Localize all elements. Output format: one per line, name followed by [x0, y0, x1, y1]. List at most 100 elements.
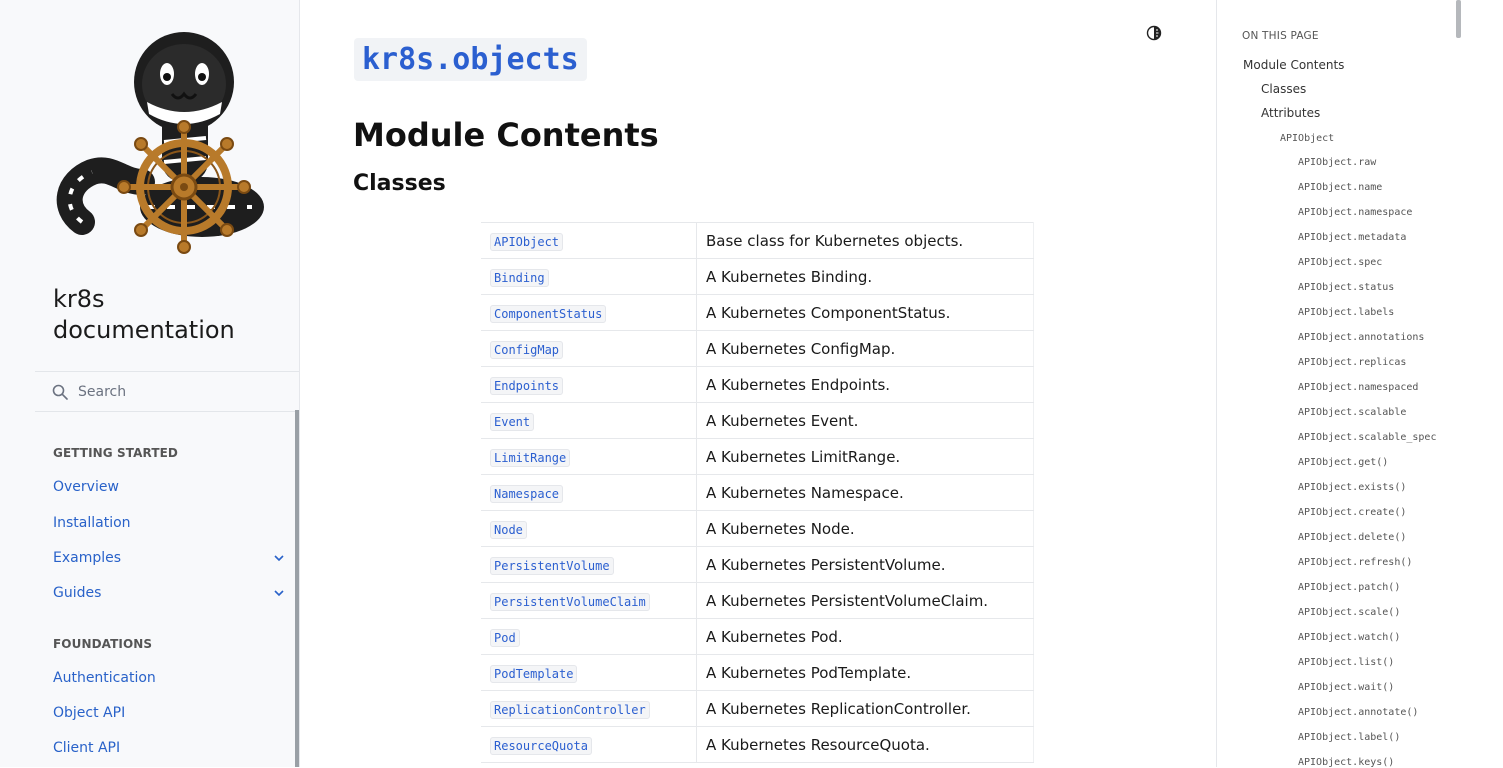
toc-link-member[interactable]: APIObject.wait(): [1298, 682, 1394, 693]
kr8s-logo[interactable]: [52, 22, 272, 262]
class-name-cell: ConfigMap: [481, 330, 697, 367]
site-brand[interactable]: kr8s documentation: [53, 284, 283, 346]
nav-item-installation[interactable]: Installation: [53, 512, 285, 534]
toc-link-member[interactable]: APIObject.annotate(): [1298, 707, 1418, 718]
class-description: A Kubernetes ResourceQuota.: [696, 726, 1034, 763]
heading-classes: Classes: [353, 171, 446, 196]
toc-link-member[interactable]: APIObject.get(): [1298, 457, 1388, 468]
toc-link-member[interactable]: APIObject.label(): [1298, 732, 1400, 743]
chevron-down-icon[interactable]: [273, 587, 285, 599]
toc-link-member[interactable]: APIObject.list(): [1298, 657, 1394, 668]
search-box[interactable]: [35, 371, 299, 412]
nav-item-label: Authentication: [53, 670, 156, 686]
toc-link-member[interactable]: APIObject.keys(): [1298, 757, 1394, 768]
toc-link-member[interactable]: APIObject.create(): [1298, 507, 1406, 518]
class-link[interactable]: APIObject: [490, 232, 564, 251]
class-link[interactable]: ConfigMap: [490, 340, 564, 359]
class-description: A Kubernetes PodTemplate.: [696, 654, 1034, 691]
toc-link-classes[interactable]: Classes: [1261, 82, 1306, 96]
class-name-cell: Endpoints: [481, 366, 697, 403]
nav-item-label: Overview: [53, 479, 119, 495]
toc-link-member[interactable]: APIObject.scalable: [1298, 407, 1406, 418]
theme-toggle-icon[interactable]: [1146, 25, 1162, 41]
table-row: ConfigMap A Kubernetes ConfigMap.: [481, 330, 1034, 367]
toc-link-member[interactable]: APIObject.namespace: [1298, 207, 1412, 218]
class-link[interactable]: PersistentVolumeClaim: [490, 592, 650, 611]
nav-item-examples[interactable]: Examples: [53, 547, 285, 569]
toc-link-member[interactable]: APIObject.scale(): [1298, 607, 1400, 618]
toc-link-member[interactable]: APIObject.exists(): [1298, 482, 1406, 493]
class-link[interactable]: PodTemplate: [490, 664, 578, 683]
table-row: ResourceQuota A Kubernetes ResourceQuota.: [481, 726, 1034, 763]
toc-title: ON THIS PAGE: [1242, 30, 1319, 42]
class-link[interactable]: Node: [490, 520, 527, 539]
page-scrollbar[interactable]: [1456, 0, 1461, 38]
nav-item-overview[interactable]: Overview: [53, 476, 285, 498]
toc-link-member[interactable]: APIObject.scalable_spec: [1298, 432, 1436, 443]
toc-link-member[interactable]: APIObject.watch(): [1298, 632, 1400, 643]
toc-link-member[interactable]: APIObject.status: [1298, 282, 1394, 293]
toc-link-apiobject[interactable]: APIObject: [1280, 133, 1334, 144]
chevron-down-icon[interactable]: [273, 552, 285, 564]
table-row: Pod A Kubernetes Pod.: [481, 618, 1034, 655]
toc-link-member[interactable]: APIObject.patch(): [1298, 582, 1400, 593]
search-input[interactable]: [78, 383, 278, 400]
toc-link-member[interactable]: APIObject.delete(): [1298, 532, 1406, 543]
toc-link-member[interactable]: APIObject.metadata: [1298, 232, 1406, 243]
class-description: A Kubernetes Endpoints.: [696, 366, 1034, 403]
classes-table: APIObject Base class for Kubernetes objec…: [481, 222, 1034, 763]
sidebar-scrollbar[interactable]: [295, 410, 299, 767]
section-title-getting-started: GETTING STARTED: [53, 446, 178, 460]
toc-link-member[interactable]: APIObject.spec: [1298, 257, 1382, 268]
toc-link-module-contents[interactable]: Module Contents: [1243, 58, 1344, 72]
search-icon: [52, 384, 68, 400]
class-link[interactable]: Binding: [490, 268, 549, 287]
class-name-cell: PodTemplate: [481, 654, 697, 691]
class-description: A Kubernetes Namespace.: [696, 474, 1034, 511]
class-name-cell: Node: [481, 510, 697, 547]
toc-link-member[interactable]: APIObject.annotations: [1298, 332, 1424, 343]
toc-link-member[interactable]: APIObject.replicas: [1298, 357, 1406, 368]
toc-link-member[interactable]: APIObject.labels: [1298, 307, 1394, 318]
toc-link-attributes[interactable]: Attributes: [1261, 106, 1320, 120]
toc-link-member[interactable]: APIObject.namespaced: [1298, 382, 1418, 393]
nav-item-client-api[interactable]: Client API: [53, 737, 285, 759]
on-this-page: ON THIS PAGE Module Contents Classes Att…: [1216, 0, 1503, 768]
nav-item-label: Examples: [53, 550, 122, 566]
class-name-cell: Event: [481, 402, 697, 439]
toc-link-member[interactable]: APIObject.refresh(): [1298, 557, 1412, 568]
class-description: A Kubernetes LimitRange.: [696, 438, 1034, 475]
table-row: PersistentVolumeClaim A Kubernetes Persis…: [481, 582, 1034, 619]
class-name-cell: APIObject: [481, 222, 697, 259]
table-row: Node A Kubernetes Node.: [481, 510, 1034, 547]
class-name-cell: LimitRange: [481, 438, 697, 475]
nav-item-label: Installation: [53, 515, 131, 531]
class-link[interactable]: Endpoints: [490, 376, 564, 395]
class-description: A Kubernetes Pod.: [696, 618, 1034, 655]
nav-item-label: Client API: [53, 740, 121, 756]
class-name-cell: PersistentVolumeClaim: [481, 582, 697, 619]
nav-item-guides[interactable]: Guides: [53, 582, 285, 604]
nav-item-authentication[interactable]: Authentication: [53, 667, 285, 689]
class-description: A Kubernetes PersistentVolumeClaim.: [696, 582, 1034, 619]
class-name-cell: ComponentStatus: [481, 294, 697, 331]
class-link[interactable]: ComponentStatus: [490, 304, 607, 323]
table-row: LimitRange A Kubernetes LimitRange.: [481, 438, 1034, 475]
nav-item-object-api[interactable]: Object API: [53, 702, 285, 724]
class-description: A Kubernetes Event.: [696, 402, 1034, 439]
main-content: kr8s.objects Module Contents Classes API…: [300, 0, 1215, 767]
class-link[interactable]: Pod: [490, 628, 520, 647]
class-description: Base class for Kubernetes objects.: [696, 222, 1034, 259]
class-name-cell: ReplicationController: [481, 690, 697, 727]
sidebar: kr8s documentation GETTING STARTED Overv…: [0, 0, 300, 767]
toc-link-member[interactable]: APIObject.raw: [1298, 157, 1376, 168]
class-link[interactable]: LimitRange: [490, 448, 571, 467]
toc-link-member[interactable]: APIObject.name: [1298, 182, 1382, 193]
class-link[interactable]: PersistentVolume: [490, 556, 614, 575]
class-link[interactable]: ReplicationController: [490, 700, 650, 719]
table-row: Namespace A Kubernetes Namespace.: [481, 474, 1034, 511]
class-link[interactable]: Namespace: [490, 484, 564, 503]
class-link[interactable]: ResourceQuota: [490, 736, 592, 755]
class-link[interactable]: Event: [490, 412, 535, 431]
class-description: A Kubernetes ConfigMap.: [696, 330, 1034, 367]
